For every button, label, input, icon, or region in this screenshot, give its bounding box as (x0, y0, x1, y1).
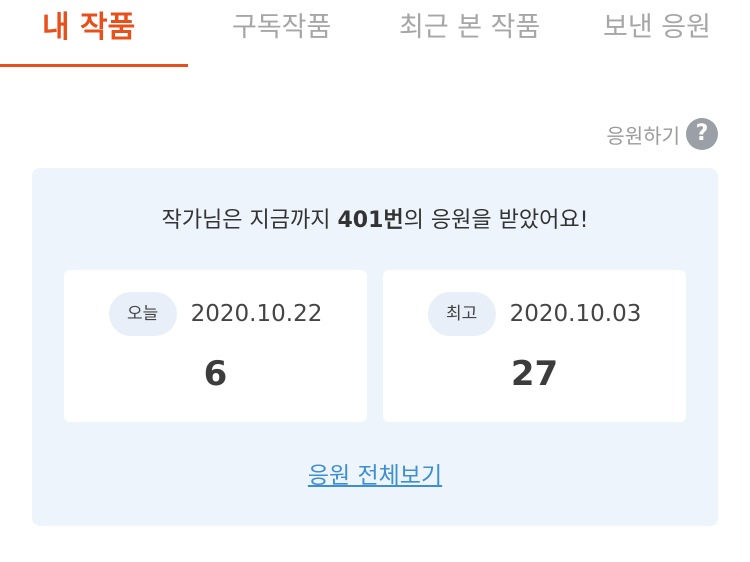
best-stat-card: 최고 2020.10.03 27 (383, 270, 686, 422)
cheer-summary-panel: 작가님은 지금까지 401번의 응원을 받았어요! 오늘 2020.10.22 … (32, 168, 718, 526)
best-stat-header: 최고 2020.10.03 (383, 292, 686, 336)
cheer-help-button[interactable]: 응원하기 ? (606, 118, 718, 150)
cheer-help-label: 응원하기 (606, 123, 680, 148)
question-icon[interactable]: ? (686, 118, 718, 150)
cheer-summary-text: 작가님은 지금까지 401번의 응원을 받았어요! (32, 202, 718, 234)
view-all-row: 응원 전체보기 (32, 456, 718, 490)
tab-recently-viewed[interactable]: 최근 본 작품 (399, 6, 540, 50)
view-all-cheers-link[interactable]: 응원 전체보기 (308, 463, 442, 489)
summary-prefix: 작가님은 지금까지 (161, 208, 338, 233)
today-stat-header: 오늘 2020.10.22 (64, 292, 367, 336)
summary-suffix: 의 응원을 받았어요! (403, 208, 589, 233)
tab-sent-cheers[interactable]: 보낸 응원 (603, 6, 711, 50)
active-tab-indicator (0, 64, 188, 67)
tab-subscribed-works[interactable]: 구독작품 (232, 6, 331, 50)
best-badge: 최고 (427, 292, 496, 336)
today-badge: 오늘 (108, 292, 177, 336)
tab-my-works[interactable]: 내 작품 (42, 6, 135, 50)
best-cheer-count: 27 (510, 354, 559, 394)
best-date: 2020.10.03 (509, 301, 642, 327)
cheer-total-count: 401번 (337, 208, 404, 233)
tab-bar: 내 작품 구독작품 최근 본 작품 보낸 응원 (0, 0, 750, 68)
today-date: 2020.10.22 (190, 301, 323, 327)
today-stat-card: 오늘 2020.10.22 6 (64, 270, 367, 422)
today-cheer-count: 6 (203, 354, 228, 394)
